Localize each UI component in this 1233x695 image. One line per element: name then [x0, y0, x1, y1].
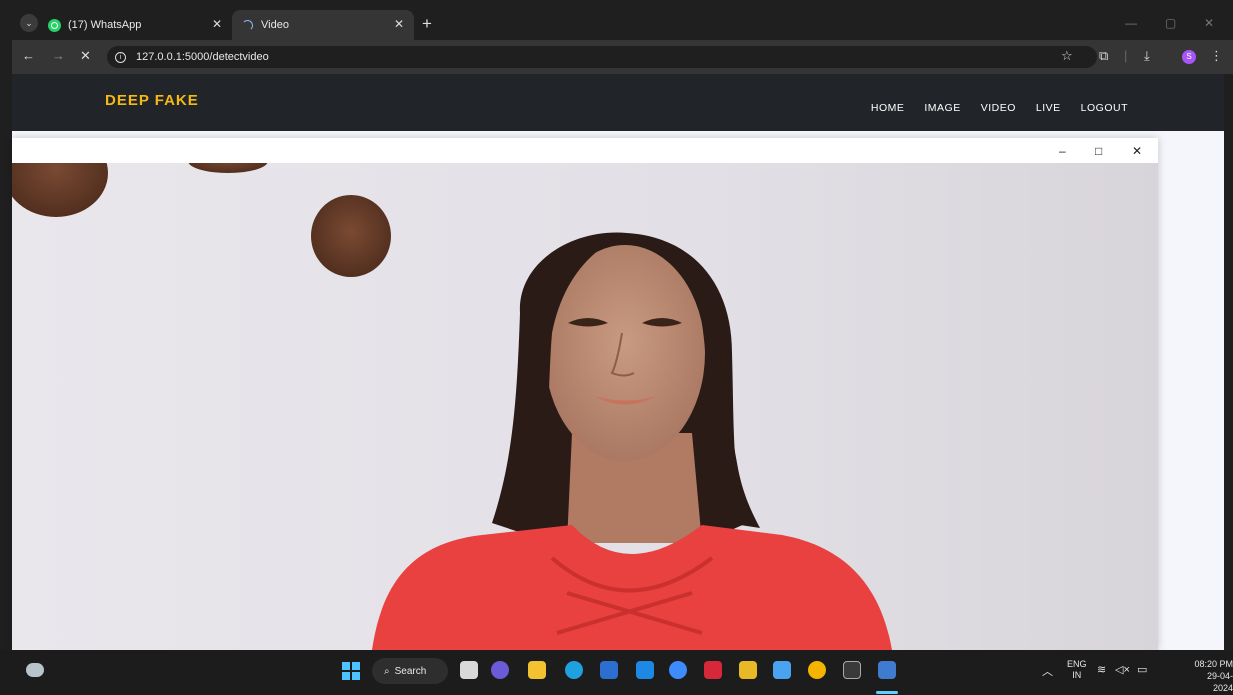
file-explorer-icon[interactable] — [528, 661, 546, 679]
video-window-titlebar: – □ ✕ — [12, 138, 1158, 163]
stop-icon[interactable]: ✕ — [80, 48, 91, 64]
video-minimize-button[interactable]: – — [1059, 144, 1066, 158]
back-icon[interactable]: ← — [22, 48, 35, 63]
package-icon[interactable] — [739, 661, 757, 679]
profile-avatar[interactable]: S — [1182, 50, 1196, 64]
tab-title: Video — [261, 19, 289, 31]
tab-strip: ⌄ (17) WhatsApp ✕ Video ✕ + — ▢ ✕ — [12, 6, 1233, 40]
meet-icon[interactable] — [491, 661, 509, 679]
chrome-icon[interactable] — [808, 661, 826, 679]
url-text: 127.0.0.1:5000/detectvideo — [136, 51, 269, 63]
extensions-icon[interactable]: ⧉ — [1099, 48, 1108, 64]
brand-logo[interactable]: DEEP FAKE — [105, 92, 199, 109]
window-restore-icon[interactable]: ▢ — [1165, 16, 1176, 30]
video-frame — [12, 163, 1158, 650]
video-close-button[interactable]: ✕ — [1132, 144, 1142, 158]
start-icon[interactable] — [342, 662, 360, 680]
tool-icon[interactable] — [669, 661, 687, 679]
toolbar: ← → ✕ i 127.0.0.1:5000/detectvideo ☆ ⧉ |… — [12, 40, 1233, 74]
nav-logout[interactable]: LOGOUT — [1081, 102, 1128, 114]
notepad-icon[interactable] — [773, 661, 791, 679]
app-icon[interactable] — [636, 661, 654, 679]
taskbar-search[interactable]: ⌕ Search — [372, 658, 448, 684]
video-window: – □ ✕ — [12, 138, 1158, 650]
nav-image[interactable]: IMAGE — [924, 102, 960, 114]
loading-icon — [242, 19, 253, 31]
clock-date: 29-04-2024 — [1206, 671, 1233, 693]
tab-search-icon[interactable]: ⌄ — [20, 14, 38, 32]
store-icon[interactable] — [600, 661, 618, 679]
site-navbar: DEEP FAKE HOME IMAGE VIDEO LIVE LOGOUT — [12, 74, 1224, 131]
lang-bottom: IN — [1072, 670, 1082, 680]
new-tab-button[interactable]: + — [422, 14, 432, 34]
edge-icon[interactable] — [565, 661, 583, 679]
forward-icon[interactable]: → — [52, 48, 65, 63]
nav-links: HOME IMAGE VIDEO LIVE LOGOUT — [871, 102, 1128, 114]
tab-title: (17) WhatsApp — [68, 19, 142, 31]
download-icon[interactable]: ⤓ — [1144, 48, 1150, 64]
nav-video[interactable]: VIDEO — [981, 102, 1016, 114]
terminal-icon[interactable] — [843, 661, 861, 679]
bookmark-star-icon[interactable]: ☆ — [1061, 48, 1073, 64]
nav-home[interactable]: HOME — [871, 102, 905, 114]
active-app-indicator — [876, 691, 898, 694]
wifi-icon[interactable]: ≋ — [1097, 663, 1106, 676]
weather-icon[interactable] — [26, 663, 44, 677]
volume-icon[interactable]: ◁× — [1115, 663, 1130, 676]
python-icon[interactable] — [878, 661, 896, 679]
address-bar[interactable]: i 127.0.0.1:5000/detectvideo — [107, 46, 1097, 68]
windows-taskbar: ⌕ Search ︿ ENG IN ≋ ◁× ▭ 08:20 PM 29-04-… — [0, 650, 1233, 695]
clock[interactable]: 08:20 PM 29-04-2024 — [1188, 658, 1233, 694]
whatsapp-icon — [48, 18, 61, 32]
toolbar-divider: | — [1124, 48, 1128, 63]
mcafee-icon[interactable] — [704, 661, 722, 679]
search-label: Search — [394, 665, 427, 677]
window-minimize-icon[interactable]: — — [1125, 16, 1137, 30]
tab-whatsapp[interactable]: (17) WhatsApp ✕ — [40, 10, 232, 40]
lang-top: ENG — [1067, 659, 1087, 669]
tab-video[interactable]: Video ✕ — [232, 10, 414, 40]
search-icon: ⌕ — [384, 665, 390, 677]
tab-close-icon[interactable]: ✕ — [394, 17, 404, 31]
video-maximize-button[interactable]: □ — [1095, 144, 1102, 158]
video-frame-image — [12, 163, 892, 650]
task-view-icon[interactable] — [460, 661, 478, 679]
tab-close-icon[interactable]: ✕ — [212, 17, 222, 31]
tray-overflow-icon[interactable]: ︿ — [1042, 663, 1053, 679]
site-info-icon[interactable]: i — [115, 51, 126, 63]
battery-icon[interactable]: ▭ — [1137, 663, 1147, 676]
language-indicator[interactable]: ENG IN — [1067, 659, 1087, 681]
window-close-icon[interactable]: ✕ — [1204, 16, 1214, 30]
nav-live[interactable]: LIVE — [1036, 102, 1061, 114]
clock-time: 08:20 PM — [1194, 659, 1233, 669]
menu-icon[interactable]: ⋮ — [1210, 48, 1223, 64]
